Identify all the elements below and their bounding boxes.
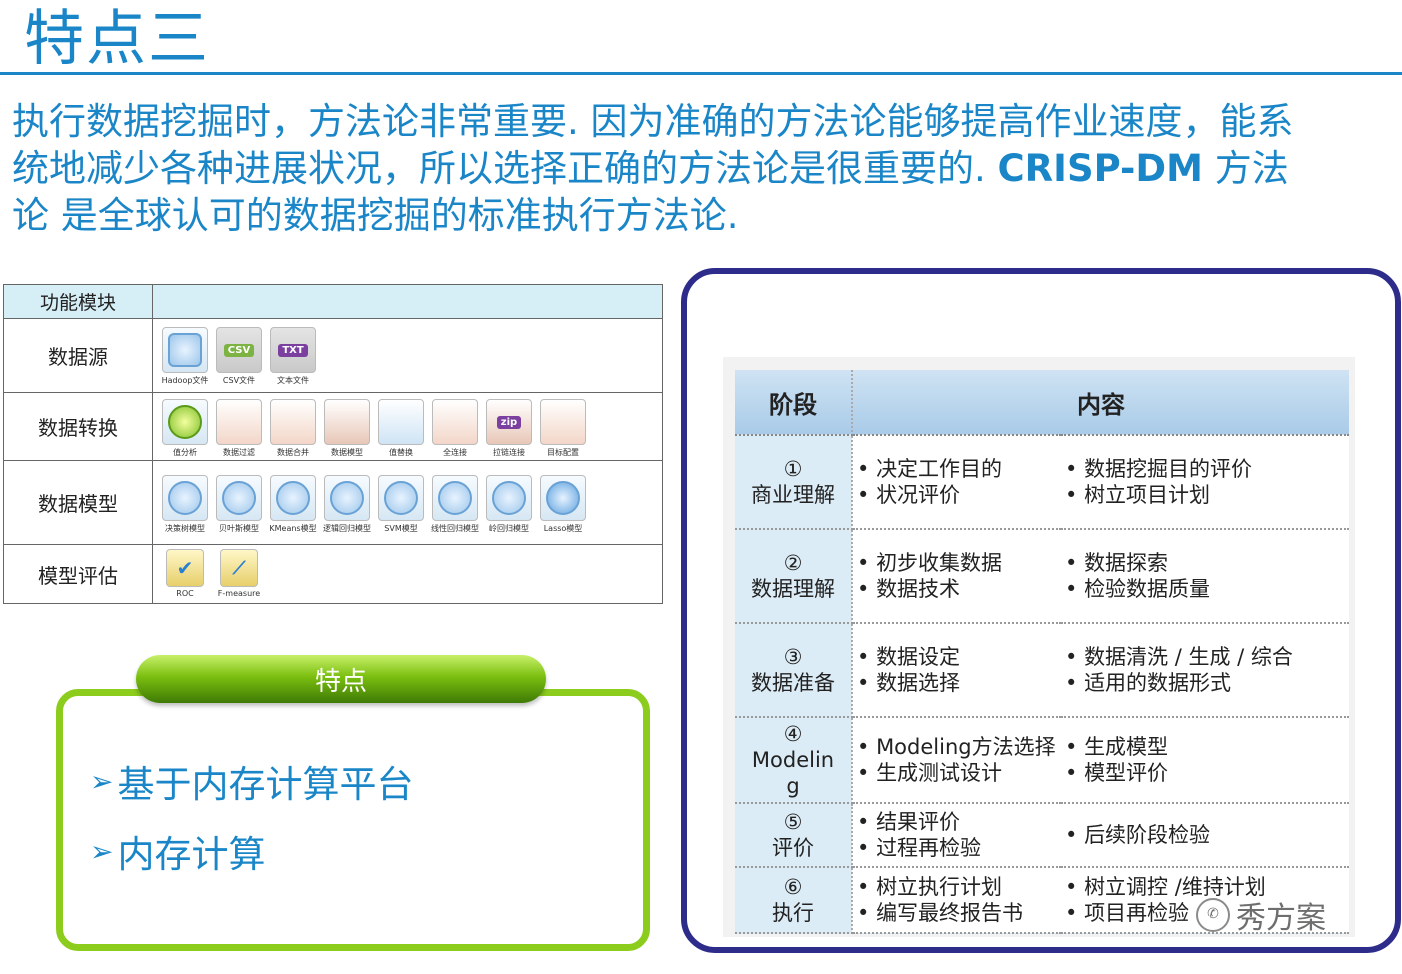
txt-file-icon: TXT (270, 327, 316, 373)
module-icons: Hadoop文件 CSV CSV文件 TXT 文本文件 (160, 327, 318, 386)
svm-icon (378, 475, 424, 521)
stage-cell: ④ Modelin g (735, 717, 853, 804)
module-row-label: 模型评估 (4, 545, 153, 603)
content-cell: 树立执行计划编写最终报告书 (852, 867, 1061, 934)
text-file-tool[interactable]: TXT 文本文件 (268, 327, 318, 386)
module-icons: 值分析 数据过滤 数据合并 数据模型 值替换 全连接 zip 拉链连接 目标配置 (160, 399, 588, 458)
f-measure-chart-icon: ⟋ (220, 549, 258, 587)
zip-join-tool[interactable]: zip 拉链连接 (484, 399, 534, 458)
bayes-tool[interactable]: 贝叶斯模型 (214, 475, 264, 534)
roc-tool[interactable]: ✔ ROC (160, 549, 210, 598)
content-cell: 数据设定数据选择 (852, 623, 1061, 718)
stage-cell: ⑤ 评价 (735, 803, 853, 868)
f-measure-tool[interactable]: ⟋ F-measure (214, 549, 264, 598)
module-row-evaluation: 模型评估 ✔ ROC ⟋ F-measure (4, 545, 662, 603)
table-row: ②数据理解 初步收集数据数据技术 数据探索检验数据质量 (735, 529, 1349, 624)
table-row: ④Modelin g Modeling方法选择生成测试设计 生成模型模型评价 (735, 717, 1349, 804)
watermark: ✆ 秀方案 (1196, 893, 1326, 937)
data-model-tool[interactable]: 数据模型 (322, 399, 372, 458)
stage-cell: ① 商业理解 (735, 435, 853, 530)
roc-check-icon: ✔ (166, 549, 204, 587)
intro-line-3: 论 是全球认可的数据挖掘的标准执行方法论. (12, 194, 739, 237)
feature-box (56, 689, 650, 951)
stage-cell: ⑥ 执行 (735, 867, 853, 934)
module-row-label: 数据转换 (4, 393, 153, 460)
full-join-icon (432, 399, 478, 445)
data-filter-tool[interactable]: 数据过滤 (214, 399, 264, 458)
ridge-regression-icon (486, 475, 532, 521)
stages-table: 阶段 内容 ①商业理解 决定工作目的状况评价 数据挖掘目的评价树立项目计划 ②数… (735, 370, 1349, 934)
module-icons: 决策树模型 贝叶斯模型 KMeans模型 逻辑回归模型 SVM模型 线性回归模型… (160, 475, 588, 534)
decision-tree-tool[interactable]: 决策树模型 (160, 475, 210, 534)
module-table: 功能模块 数据源 Hadoop文件 CSV CSV文件 TXT 文本文件 数据转换 … (3, 284, 663, 604)
csv-file-tool[interactable]: CSV CSV文件 (214, 327, 264, 386)
table-row: ①商业理解 决定工作目的状况评价 数据挖掘目的评价树立项目计划 (735, 435, 1349, 530)
value-replace-tool[interactable]: 值替换 (376, 399, 426, 458)
bayes-icon (216, 475, 262, 521)
stage-cell: ② 数据理解 (735, 529, 853, 624)
logistic-regression-icon (324, 475, 370, 521)
feature-item: ➢ 内存计算 (90, 833, 266, 876)
module-row-transform: 数据转换 值分析 数据过滤 数据合并 数据模型 值替换 全连接 zip 拉链连接 … (4, 393, 662, 461)
zip-join-icon: zip (486, 399, 532, 445)
page-title: 特点三 (24, 4, 210, 74)
logistic-regression-tool[interactable]: 逻辑回归模型 (322, 475, 372, 534)
kmeans-icon (270, 475, 316, 521)
kmeans-tool[interactable]: KMeans模型 (268, 475, 318, 534)
target-config-tool[interactable]: 目标配置 (538, 399, 588, 458)
content-cell: 数据清洗 / 生成 / 综合适用的数据形式 (1061, 623, 1349, 718)
wechat-icon: ✆ (1196, 898, 1230, 932)
stage-cell: ③ 数据准备 (735, 623, 853, 718)
content-cell: 决定工作目的状况评价 (852, 435, 1061, 530)
module-table-header: 功能模块 (4, 285, 662, 319)
module-row-label: 数据源 (4, 319, 153, 392)
content-col-header: 内容 (852, 370, 1349, 436)
value-analysis-icon (162, 399, 208, 445)
content-cell: 结果评价过程再检验 (852, 803, 1061, 868)
stage-col-header: 阶段 (735, 370, 853, 436)
ridge-regression-tool[interactable]: 岭回归模型 (484, 475, 534, 534)
lasso-tool[interactable]: Lasso模型 (538, 475, 588, 534)
full-join-tool[interactable]: 全连接 (430, 399, 480, 458)
csv-file-icon: CSV (216, 327, 262, 373)
module-header-label: 功能模块 (4, 285, 153, 318)
content-cell: 数据探索检验数据质量 (1061, 529, 1349, 624)
content-cell: Modeling方法选择生成测试设计 (852, 717, 1061, 804)
svm-tool[interactable]: SVM模型 (376, 475, 426, 534)
arrow-bullet-icon: ➢ (90, 834, 114, 868)
content-cell: 初步收集数据数据技术 (852, 529, 1061, 624)
module-row-datasource: 数据源 Hadoop文件 CSV CSV文件 TXT 文本文件 (4, 319, 662, 393)
module-row-models: 数据模型 决策树模型 贝叶斯模型 KMeans模型 逻辑回归模型 SVM模型 线… (4, 461, 662, 545)
content-cell: 数据挖掘目的评价树立项目计划 (1061, 435, 1349, 530)
data-model-icon (324, 399, 370, 445)
module-row-label: 数据模型 (4, 461, 153, 544)
data-merge-icon (270, 399, 316, 445)
crisp-dm-term: CRISP-DM (997, 147, 1203, 190)
hadoop-icon (162, 327, 208, 373)
data-filter-icon (216, 399, 262, 445)
module-icons: ✔ ROC ⟋ F-measure (160, 549, 264, 598)
title-divider (0, 72, 1402, 75)
feature-item: ➢ 基于内存计算平台 (90, 763, 414, 806)
hadoop-file-tool[interactable]: Hadoop文件 (160, 327, 210, 386)
table-row: ⑤评价 结果评价过程再检验 后续阶段检验 (735, 803, 1349, 868)
data-merge-tool[interactable]: 数据合并 (268, 399, 318, 458)
intro-line-1: 执行数据挖掘时，方法论非常重要. 因为准确的方法论能够提高作业速度，能系 (12, 100, 1294, 143)
table-row: ③数据准备 数据设定数据选择 数据清洗 / 生成 / 综合适用的数据形式 (735, 623, 1349, 718)
intro-line-2: 统地减少各种进展状况，所以选择正确的方法论是很重要的. CRISP-DM 方法 (12, 147, 1289, 190)
arrow-bullet-icon: ➢ (90, 764, 114, 798)
lasso-icon (540, 475, 586, 521)
content-cell: 后续阶段检验 (1061, 803, 1349, 868)
value-replace-icon (378, 399, 424, 445)
target-config-icon (540, 399, 586, 445)
intro-paragraph: 执行数据挖掘时，方法论非常重要. 因为准确的方法论能够提高作业速度，能系 统地减… (12, 98, 1402, 239)
content-cell: 生成模型模型评价 (1061, 717, 1349, 804)
decision-tree-icon (162, 475, 208, 521)
linear-regression-icon (432, 475, 478, 521)
value-analysis-tool[interactable]: 值分析 (160, 399, 210, 458)
stages-header-row: 阶段 内容 (735, 370, 1349, 436)
feature-pill: 特点 (136, 655, 546, 703)
linear-regression-tool[interactable]: 线性回归模型 (430, 475, 480, 534)
